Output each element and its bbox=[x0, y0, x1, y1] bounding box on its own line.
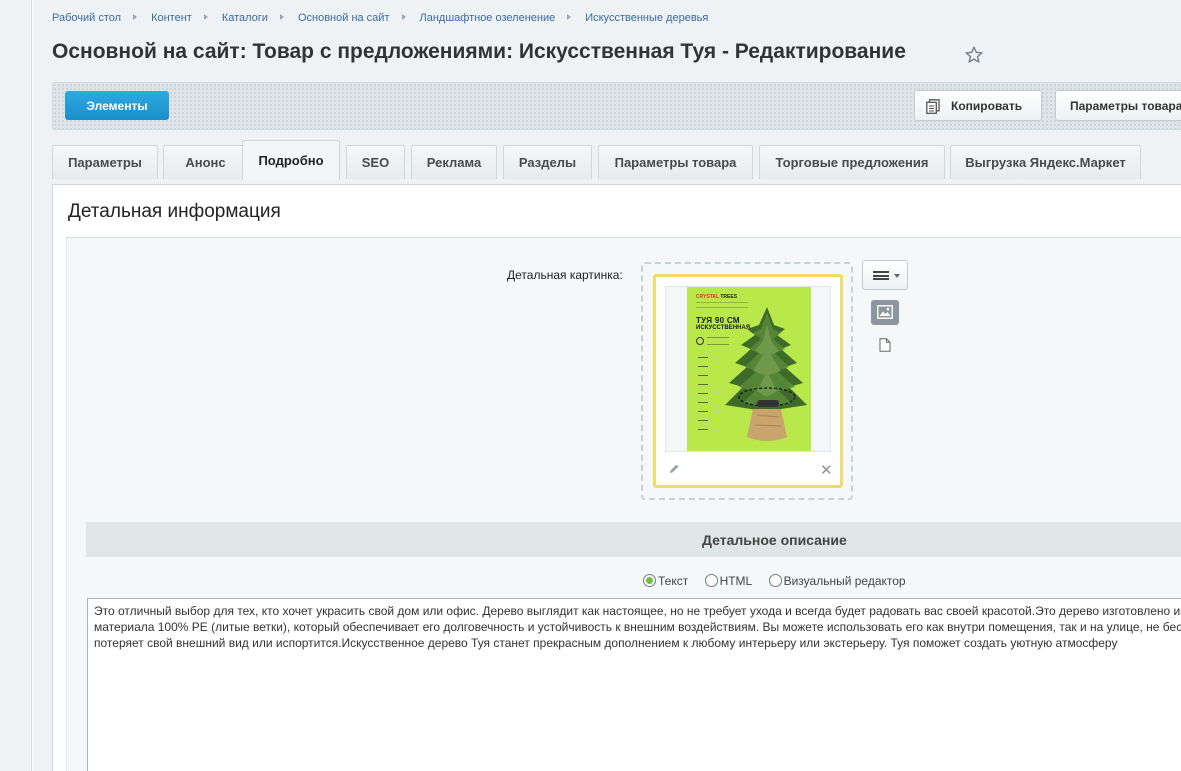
main-area: Рабочий стол Контент Каталоги Основной на с… bbox=[33, 0, 1181, 771]
detail-panel: Детальная картинка: CRYSTAL TREES ТУЯ 90… bbox=[66, 238, 1181, 771]
tab-content: Детальная информация Детальная картинка:… bbox=[52, 184, 1181, 771]
breadcrumb-separator-icon bbox=[401, 14, 406, 20]
copy-button-label: Копировать bbox=[951, 98, 1023, 113]
radio-text[interactable] bbox=[643, 574, 656, 587]
product-thumbnail[interactable]: CRYSTAL TREES ТУЯ 90 СМ ИСКУССТВЕННАЯ bbox=[687, 287, 811, 451]
breadcrumb-item-main-site[interactable]: Основной на сайт bbox=[298, 12, 390, 24]
picture-dropzone[interactable]: CRYSTAL TREES ТУЯ 90 СМ ИСКУССТВЕННАЯ ✕ bbox=[641, 262, 853, 500]
tab-seo[interactable]: SEO bbox=[346, 145, 405, 179]
breadcrumb-item-catalogs[interactable]: Каталоги bbox=[222, 12, 268, 24]
tab-announce[interactable]: Анонс bbox=[163, 145, 248, 179]
description-mode-selector: Текст HTML Визуальный редактор bbox=[643, 574, 919, 588]
product-params-button[interactable]: Параметры товара bbox=[1055, 90, 1181, 121]
breadcrumb-item-content[interactable]: Контент bbox=[151, 12, 192, 24]
breadcrumb-item-artificial-trees[interactable]: Искусственные деревья bbox=[585, 12, 708, 24]
hamburger-icon bbox=[873, 271, 889, 280]
height-scale-graphic bbox=[698, 357, 708, 435]
detail-picture-label: Детальная картинка: bbox=[507, 268, 623, 282]
tab-parameters[interactable]: Параметры bbox=[52, 145, 158, 179]
copy-icon bbox=[926, 99, 940, 114]
breadcrumb-item-landscaping[interactable]: Ландшафтное озеленение bbox=[420, 12, 556, 24]
page-title: Основной на сайт: Товар с предложениями:… bbox=[52, 40, 906, 63]
detail-description-textarea[interactable]: Это отличный выбор для тех, кто хочет ук… bbox=[87, 598, 1181, 771]
tab-trade-offers[interactable]: Торговые предложения bbox=[759, 145, 945, 179]
image-icon bbox=[877, 305, 893, 319]
breadcrumb-separator-icon bbox=[279, 14, 284, 20]
breadcrumb-separator-icon bbox=[133, 14, 138, 20]
detail-description-title: Детальное описание bbox=[702, 531, 847, 548]
description-line: Это отличный выбор для тех, кто хочет ук… bbox=[94, 604, 1181, 618]
picture-card: CRYSTAL TREES ТУЯ 90 СМ ИСКУССТВЕННАЯ ✕ bbox=[653, 274, 843, 488]
edit-picture-icon[interactable] bbox=[668, 463, 680, 475]
copy-button[interactable]: Копировать bbox=[914, 90, 1042, 121]
thumbnail-brand: CRYSTAL TREES bbox=[696, 294, 738, 300]
elements-button-label: Элементы bbox=[86, 98, 148, 113]
tab-yandex-market-export[interactable]: Выгрузка Яндекс.Маркет bbox=[950, 145, 1141, 179]
tree-illustration bbox=[725, 307, 807, 441]
breadcrumb-separator-icon bbox=[567, 14, 572, 20]
material-badge-icon bbox=[696, 337, 704, 345]
product-params-button-label: Параметры товара bbox=[1070, 98, 1181, 113]
delete-picture-icon[interactable]: ✕ bbox=[820, 461, 833, 479]
image-mode-button[interactable] bbox=[871, 300, 899, 325]
radio-html[interactable] bbox=[704, 574, 718, 587]
tab-details[interactable]: Подробно bbox=[242, 140, 340, 180]
tab-product-parameters[interactable]: Параметры товара bbox=[598, 145, 753, 179]
radio-visual-editor[interactable] bbox=[768, 574, 782, 587]
chevron-down-icon bbox=[894, 274, 900, 278]
picture-preview-frame: CRYSTAL TREES ТУЯ 90 СМ ИСКУССТВЕННАЯ bbox=[665, 286, 831, 452]
tab-sections[interactable]: Разделы bbox=[503, 145, 592, 179]
breadcrumb-separator-icon bbox=[203, 14, 208, 20]
picture-menu-button[interactable] bbox=[862, 260, 908, 290]
section-title: Детальная информация bbox=[68, 201, 281, 222]
file-icon[interactable] bbox=[879, 338, 891, 352]
favorite-star-icon[interactable] bbox=[963, 44, 985, 66]
breadcrumb-item-desktop[interactable]: Рабочий стол bbox=[52, 12, 121, 24]
radio-visual-editor-label[interactable]: Визуальный редактор bbox=[784, 574, 906, 588]
toolbar: Элементы Копировать Параметры товара bbox=[52, 82, 1181, 130]
radio-html-label[interactable]: HTML bbox=[720, 574, 753, 588]
tab-advertising[interactable]: Реклама bbox=[411, 145, 497, 179]
breadcrumb: Рабочий стол Контент Каталоги Основной на с… bbox=[52, 12, 708, 24]
description-line: материала 100% PE (литые ветки), который… bbox=[94, 620, 1181, 634]
radio-text-label[interactable]: Текст bbox=[658, 574, 688, 588]
left-sidebar-strip bbox=[0, 0, 32, 771]
elements-back-button[interactable]: Элементы bbox=[65, 91, 169, 120]
description-line: потеряет свой внешний вид или испортится… bbox=[94, 636, 1118, 650]
detail-description-header: Детальное описание bbox=[86, 522, 1181, 557]
